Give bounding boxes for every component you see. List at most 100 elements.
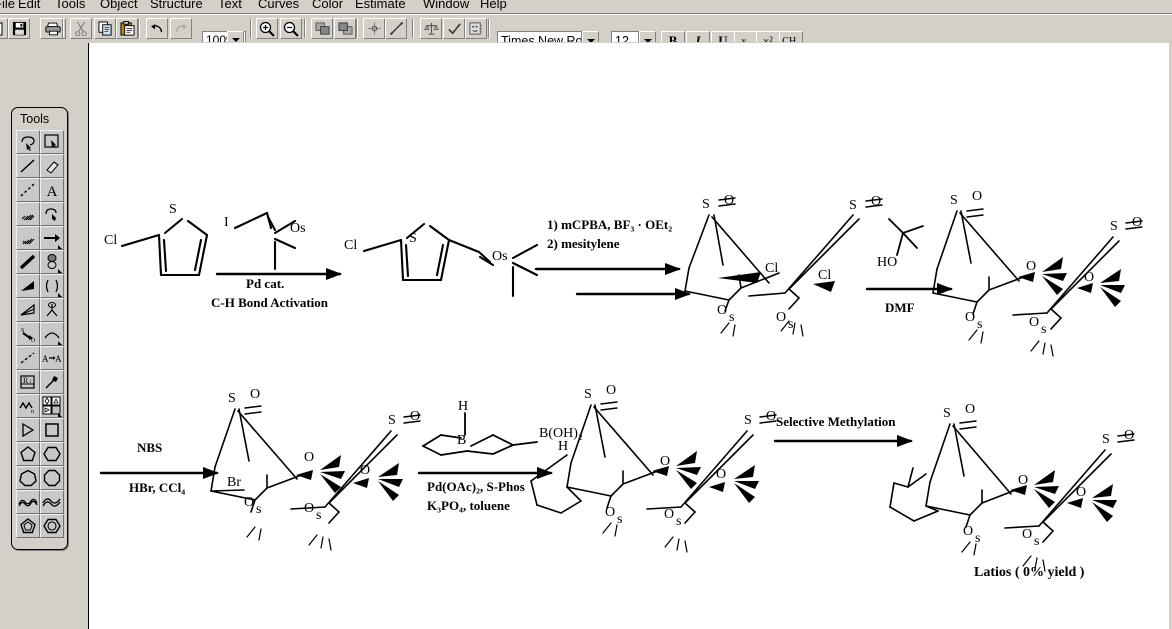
copy-button[interactable] [94, 18, 116, 39]
check-structure-button[interactable] [443, 18, 465, 39]
hollow-wedge-tool[interactable] [16, 298, 40, 322]
submenu-triangle-icon [58, 413, 62, 417]
atom-label-s-d1s: s [617, 512, 623, 527]
menu-color[interactable]: Color [312, 0, 343, 11]
atom-label-cl-a1: Cl [765, 261, 779, 276]
cyclohexadiene-tool[interactable] [40, 490, 64, 514]
chain-tool[interactable]: n [16, 394, 40, 418]
reaction-arrow-3 [865, 283, 953, 295]
atom-label-h-d1: H [558, 439, 569, 454]
reagent-selective-methylation: Selective Methylation [776, 414, 896, 429]
wavy-bond-tool[interactable] [16, 346, 40, 370]
arc-tool[interactable] [40, 322, 64, 346]
paste-button[interactable] [116, 18, 138, 39]
menu-structure[interactable]: Structure [150, 0, 203, 11]
toolbar-separator [356, 19, 358, 38]
atom-label-o-d1w: O [660, 454, 671, 469]
undo-button[interactable] [146, 18, 168, 39]
svg-text:n: n [31, 409, 34, 414]
cyclopentadiene-icon [18, 498, 38, 507]
cut-button[interactable] [70, 18, 92, 39]
zoom-out-button[interactable] [280, 18, 302, 39]
text-tool[interactable]: A [40, 178, 64, 202]
octagon-ring-icon [43, 469, 61, 487]
redo-button[interactable] [170, 18, 192, 39]
atom-label-s-a1: S [702, 197, 710, 212]
hashed-bond-tool[interactable] [16, 202, 40, 226]
menu-file[interactable]: File [0, 0, 15, 11]
cyclopentane-fused-tool[interactable] [16, 514, 40, 538]
magnifier-plus-icon [259, 21, 275, 37]
zoom-in-button[interactable] [256, 18, 278, 39]
menu-window[interactable]: Window [423, 0, 469, 11]
save-button[interactable] [8, 18, 30, 39]
cyclobutane-tool[interactable] [40, 418, 64, 442]
atom-label-o-a1: O [724, 193, 735, 208]
structure-product-d2 [646, 414, 777, 553]
bring-to-front-button[interactable] [311, 18, 333, 39]
menu-estimate[interactable]: Estimate [355, 0, 406, 11]
orbital-lobe-tool[interactable] [40, 298, 64, 322]
printer-icon [45, 22, 61, 36]
attachment-point-tool[interactable] [40, 370, 64, 394]
orbital-tool[interactable] [40, 250, 64, 274]
cyclopentadiene-tool[interactable] [16, 490, 40, 514]
cyclooctane-tool[interactable] [40, 466, 64, 490]
tools-palette[interactable]: Tools A S O A A R 1 n [11, 107, 68, 550]
atom-label-os-reagent: Os [492, 249, 508, 264]
lasso-select-tool[interactable] [16, 130, 40, 154]
menu-text[interactable]: Text [218, 0, 242, 11]
atom-label-o-a2b: O [776, 310, 787, 325]
eraser-tool[interactable] [40, 154, 64, 178]
bold-bond-tool[interactable] [16, 250, 40, 274]
atom-label-s-c2: S [388, 413, 396, 428]
document-canvas[interactable]: Cl S I Os Pd cat. C-H Bond Activation Cl… [88, 43, 1169, 629]
atom-label-o-b1w: O [1026, 259, 1037, 274]
pen-tool[interactable] [40, 202, 64, 226]
atom-label-o-d2w: O [716, 467, 727, 482]
r-group-tool[interactable]: R1 [16, 370, 40, 394]
align-button[interactable] [363, 18, 385, 39]
atom-replace-tool[interactable]: AA [40, 346, 64, 370]
cyclopentane-tool[interactable] [16, 442, 40, 466]
hexagon-ring-icon [43, 446, 61, 462]
cyclohexane-tool[interactable] [40, 442, 64, 466]
distribute-button[interactable] [385, 18, 407, 39]
wedge-bond-tool[interactable] [16, 274, 40, 298]
menu-object[interactable]: Object [100, 0, 138, 11]
marquee-select-tool[interactable] [40, 130, 64, 154]
atom-label-cl-2: Cl [344, 238, 358, 253]
hashed-wedge-tool[interactable] [16, 226, 40, 250]
reaction-arrow-5 [417, 467, 553, 479]
new-document-button[interactable] [0, 18, 8, 39]
reaction-arrow-2a [534, 263, 681, 275]
atom-label-s-c1: S [228, 391, 236, 406]
attachment-icon [45, 376, 58, 389]
hollow-wedge-icon [20, 303, 35, 316]
reaction-arrow-4 [99, 467, 219, 479]
menu-tools[interactable]: Tools [55, 0, 85, 11]
arrow-tool[interactable] [40, 226, 64, 250]
dashed-bond-tool[interactable] [16, 178, 40, 202]
toolbar-separator [138, 19, 140, 38]
solid-bond-tool[interactable] [16, 154, 40, 178]
reaction-atom-map-tool[interactable]: SO [16, 322, 40, 346]
pen-hand-icon [45, 208, 57, 221]
benzene-tool[interactable] [40, 514, 64, 538]
acyclic-chain-tool[interactable] [16, 418, 40, 442]
structure-product-c2 [290, 414, 421, 551]
send-to-back-button[interactable] [334, 18, 356, 39]
analysis-button[interactable] [465, 18, 487, 39]
drawing-element-tool[interactable] [40, 274, 64, 298]
template-tool[interactable] [40, 394, 64, 418]
cycloheptane-tool[interactable] [16, 466, 40, 490]
atom-label-o-e1: O [965, 402, 976, 417]
reaction-scheme-drawing[interactable] [89, 43, 1169, 629]
menu-help[interactable]: Help [480, 0, 507, 11]
toolbar-separator [412, 19, 414, 38]
atom-label-s-e1: S [943, 406, 951, 421]
menu-curves[interactable]: Curves [258, 0, 299, 11]
menu-edit[interactable]: Edit [18, 0, 40, 11]
atom-label-s-c2s: s [316, 508, 322, 523]
balance-reaction-button[interactable] [420, 18, 442, 39]
